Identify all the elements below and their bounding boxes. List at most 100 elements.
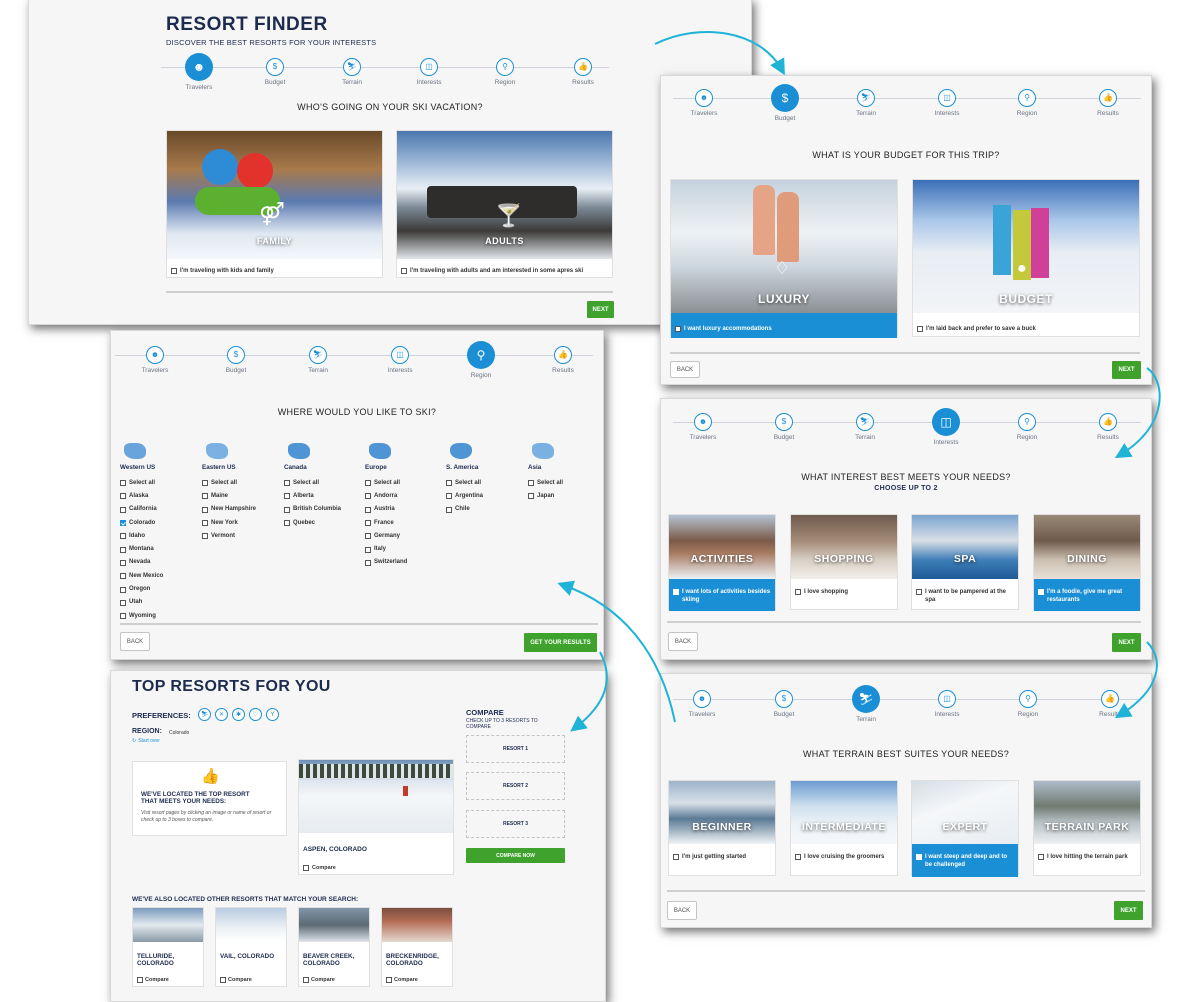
checkbox[interactable] — [365, 546, 371, 553]
compare-slot-1[interactable]: RESORT 1 — [466, 735, 565, 763]
checkbox[interactable] — [917, 326, 923, 332]
card-terrain-park[interactable]: TERRAIN PARK I love hitting the terrain p… — [1033, 780, 1141, 876]
heart-icon[interactable]: ♡ — [249, 708, 262, 721]
compare-slot-2[interactable]: RESORT 2 — [466, 772, 565, 800]
checkbox[interactable] — [202, 533, 208, 540]
region-checkbox[interactable]: Select all — [202, 476, 282, 489]
resort-photo[interactable] — [133, 908, 203, 942]
card-checkbox[interactable]: I'm a foodie, give me great restaurants — [1038, 588, 1136, 604]
checkbox[interactable] — [446, 493, 452, 500]
resort-photo[interactable] — [216, 908, 286, 942]
card-dining[interactable]: DINING I'm a foodie, give me great restau… — [1033, 514, 1141, 611]
checkbox[interactable] — [365, 559, 371, 566]
skier-icon[interactable]: ⛷ — [198, 708, 211, 721]
checkbox[interactable] — [284, 520, 290, 527]
compare-checkbox[interactable]: Compare — [303, 864, 336, 871]
region-checkbox[interactable]: Wyoming — [120, 609, 200, 622]
next-button[interactable]: NEXT — [1114, 901, 1143, 920]
step-interests[interactable]: ◫ Interests — [365, 345, 435, 374]
step-region[interactable]: ⚲ Region — [470, 57, 540, 86]
step-travelers[interactable]: ☻ Travelers — [668, 412, 738, 441]
checkbox[interactable] — [137, 977, 143, 983]
checkbox[interactable] — [303, 865, 309, 871]
card-checkbox[interactable]: I love shopping — [795, 588, 893, 596]
checkbox[interactable] — [120, 599, 126, 606]
checkbox[interactable] — [916, 854, 922, 860]
region-checkbox[interactable]: Utah — [120, 596, 200, 609]
region-checkbox[interactable]: Maine — [202, 489, 282, 502]
region-checkbox[interactable]: Select all — [365, 476, 445, 489]
region-checkbox[interactable]: Montana — [120, 542, 200, 555]
family-checkbox[interactable]: I'm traveling with kids and family — [171, 267, 378, 275]
checkbox[interactable] — [365, 520, 371, 527]
step-interests[interactable]: ◫ Interests — [394, 57, 464, 86]
checkbox[interactable] — [120, 613, 126, 620]
checkbox[interactable] — [528, 480, 534, 487]
compare-checkbox[interactable]: Compare — [220, 976, 286, 983]
checkbox[interactable] — [303, 977, 309, 983]
checkbox[interactable] — [202, 506, 208, 513]
cocktail-icon[interactable]: Y — [266, 708, 279, 721]
checkbox[interactable] — [795, 854, 801, 860]
resort-name[interactable]: BEAVER CREEK, COLORADO — [303, 953, 369, 968]
top-resort-name[interactable]: ASPEN, COLORADO — [303, 846, 367, 853]
compare-now-button[interactable]: COMPARE NOW — [466, 848, 565, 863]
checkbox[interactable] — [202, 480, 208, 487]
resort-photo[interactable] — [382, 908, 452, 942]
checkbox[interactable] — [916, 589, 922, 595]
step-interests[interactable]: ◫ Interests — [912, 88, 982, 117]
region-checkbox[interactable]: New Mexico — [120, 569, 200, 582]
card-checkbox[interactable]: I want steep and deep and to be challeng… — [916, 853, 1014, 869]
region-checkbox[interactable]: Alaska — [120, 489, 200, 502]
region-checkbox[interactable]: Colorado — [120, 516, 200, 529]
step-budget[interactable]: $ Budget — [749, 412, 819, 441]
next-button[interactable]: NEXT — [1112, 361, 1141, 379]
card-beginner[interactable]: BEGINNER I'm just getting started — [668, 780, 776, 876]
region-checkbox[interactable]: Germany — [365, 529, 445, 542]
checkbox[interactable] — [401, 268, 407, 274]
back-button[interactable]: BACK — [120, 632, 150, 651]
aspen-photo[interactable] — [299, 760, 453, 833]
checkbox[interactable] — [365, 506, 371, 513]
next-button[interactable]: NEXT — [587, 301, 614, 318]
checkbox[interactable] — [120, 506, 126, 513]
card-shopping[interactable]: SHOPPING I love shopping — [790, 514, 898, 610]
checkbox[interactable] — [675, 326, 681, 332]
step-budget[interactable]: $ Budget — [749, 689, 819, 718]
region-checkbox[interactable]: Select all — [446, 476, 526, 489]
step-terrain[interactable]: ⛷ Terrain — [830, 412, 900, 441]
region-checkbox[interactable]: Select all — [120, 476, 200, 489]
checkbox[interactable] — [120, 520, 126, 527]
budget-checkbox[interactable]: I'm laid back and prefer to save a buck — [917, 325, 1135, 333]
region-checkbox[interactable]: Austria — [365, 503, 445, 516]
checkbox[interactable] — [120, 573, 126, 580]
get-results-button[interactable]: GET YOUR RESULTS — [524, 633, 597, 652]
checkbox[interactable] — [528, 493, 534, 500]
checkbox[interactable] — [120, 533, 126, 540]
card-checkbox[interactable]: I want lots of activities besides skiing — [673, 588, 771, 604]
compare-checkbox[interactable]: Compare — [386, 976, 452, 983]
resort-photo[interactable] — [299, 908, 369, 942]
region-checkbox[interactable]: Andorra — [365, 489, 445, 502]
checkbox[interactable] — [120, 480, 126, 487]
region-checkbox[interactable]: Japan — [528, 489, 603, 502]
checkbox[interactable] — [120, 493, 126, 500]
back-button[interactable]: BACK — [670, 361, 700, 378]
region-checkbox[interactable]: Select all — [284, 476, 364, 489]
step-interests[interactable]: ◫ Interests — [911, 408, 981, 446]
step-budget[interactable]: $ Budget — [201, 345, 271, 374]
resort-name[interactable]: TELLURIDE, COLORADO — [137, 953, 203, 968]
back-button[interactable]: BACK — [668, 632, 698, 651]
utensils-icon[interactable]: ✕ — [215, 708, 228, 721]
region-checkbox[interactable]: Switzerland — [365, 556, 445, 569]
region-checkbox[interactable]: Chile — [446, 503, 526, 516]
checkbox[interactable] — [1038, 854, 1044, 860]
region-checkbox[interactable]: Idaho — [120, 529, 200, 542]
compare-slot-3[interactable]: RESORT 3 — [466, 810, 565, 838]
step-results[interactable]: 👍 Results — [1073, 88, 1143, 117]
checkbox[interactable] — [673, 589, 679, 595]
card-spa[interactable]: SPA I want to be pampered at the spa — [911, 514, 1019, 610]
step-results[interactable]: 👍 Results — [528, 345, 598, 374]
card-checkbox[interactable]: I'm just getting started — [673, 853, 771, 861]
step-travelers[interactable]: ☻ Travelers — [120, 345, 190, 374]
